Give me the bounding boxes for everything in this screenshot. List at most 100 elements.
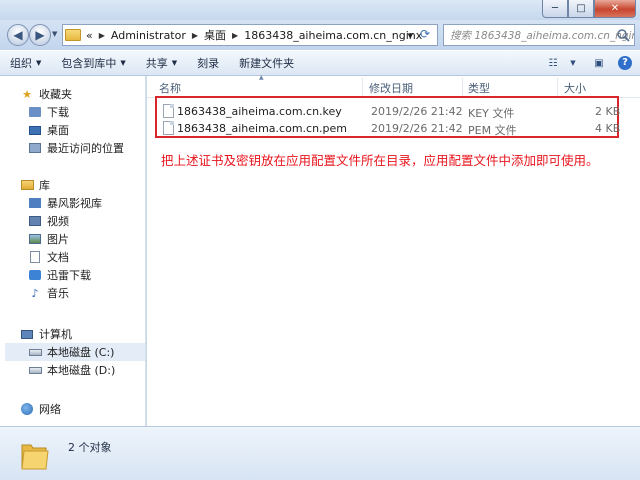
address-history-dropdown-icon[interactable]: ▼ [408,32,413,40]
breadcrumb-item-administrator[interactable]: Administrator [111,29,186,42]
file-name: 1863438_aiheima.com.cn.key [177,105,342,118]
include-in-library-button[interactable]: 包含到库中 ▼ [51,55,135,71]
nav-drive-d[interactable]: 本地磁盘 (D:) [28,361,115,379]
column-divider[interactable] [557,78,558,96]
nav-label: 音乐 [47,287,69,300]
nav-label: 视频 [47,215,69,228]
column-header-modified[interactable]: 修改日期 [369,80,413,96]
document-icon [28,250,42,264]
breadcrumb-item-folder[interactable]: 1863438_aiheima.com.cn_nginx [244,29,422,42]
file-name: 1863438_aiheima.com.cn.pem [177,122,348,135]
nav-label: 桌面 [47,124,69,137]
nav-label: 迅雷下载 [47,269,91,282]
chevron-right-icon[interactable]: ▶ [232,31,238,40]
address-row: ◀ ▶ ▼ « ▶ Administrator ▶ 桌面 ▶ 1863438_a… [0,20,640,50]
nav-label: 库 [39,179,50,192]
nav-pictures[interactable]: 图片 [28,230,69,248]
burn-button[interactable]: 刻录 [187,55,229,71]
library-icon [20,178,34,192]
breadcrumb: « ▶ Administrator ▶ 桌面 ▶ 1863438_aiheima… [86,27,422,43]
drive-icon [28,345,42,359]
star-icon: ★ [22,87,32,101]
chevron-down-icon: ▼ [120,59,126,67]
address-bar[interactable]: « ▶ Administrator ▶ 桌面 ▶ 1863438_aiheima… [62,24,438,46]
item-count: 2 个对象 [68,441,112,454]
view-options-icon[interactable]: ☷ [544,55,562,71]
share-button[interactable]: 共享 ▼ [136,55,187,71]
file-type: PEM 文件 [468,124,517,137]
nav-music[interactable]: ♪ 音乐 [28,284,69,302]
chevron-down-icon: ▼ [171,59,178,67]
maximize-button[interactable]: □ [568,0,594,18]
forward-button[interactable]: ▶ [29,24,51,46]
nav-videos[interactable]: 视频 [28,212,69,230]
table-row[interactable]: 1863438_aiheima.com.cn.key 2019/2/26 21:… [157,103,627,120]
nav-recent-places[interactable]: 最近访问的位置 [28,139,124,157]
file-modified: 2019/2/26 21:42 [371,105,463,118]
column-divider[interactable] [362,78,363,96]
file-size: 2 KB [595,105,621,118]
nav-label: 计算机 [39,328,72,341]
nav-documents[interactable]: 文档 [28,248,69,266]
nav-downloads[interactable]: 下载 [28,103,69,121]
file-size: 4 KB [595,122,621,135]
help-icon[interactable]: ? [616,55,634,71]
network-icon [20,402,34,416]
video-icon [28,214,42,228]
refresh-icon[interactable]: ⟳ [416,27,434,43]
navigation-pane: ★ 收藏夹 下载 桌面 最近访问的位置 库 暴风影视库 视频 图片 文档 迅雷下… [0,76,146,426]
nav-label: 收藏夹 [39,88,72,101]
nav-label: 网络 [39,403,61,416]
window-controls: ─ □ ✕ [542,0,636,18]
close-button[interactable]: ✕ [594,0,636,18]
column-header-size[interactable]: 大小 [564,80,586,96]
nav-drive-c[interactable]: 本地磁盘 (C:) [5,343,145,361]
breadcrumb-item-desktop[interactable]: 桌面 [204,27,226,43]
music-icon: ♪ [31,286,39,300]
nav-computer[interactable]: 计算机 [20,325,72,343]
download-folder-icon [28,105,42,119]
search-icon[interactable] [616,28,630,42]
nav-label: 暴风影视库 [47,197,102,210]
nav-label: 本地磁盘 (D:) [47,364,116,377]
file-type: KEY 文件 [468,107,515,120]
nav-thunder-downloads[interactable]: 迅雷下载 [28,266,91,284]
organize-label: 组织 [10,57,32,70]
nav-label: 图片 [47,233,69,246]
column-header-type[interactable]: 类型 [468,80,490,96]
new-folder-button[interactable]: 新建文件夹 [229,55,304,71]
minimize-button[interactable]: ─ [542,0,568,18]
drive-icon [28,363,42,377]
file-modified: 2019/2/26 21:42 [371,122,463,135]
file-list-pane: ▲ 名称 修改日期 类型 大小 1863438_aiheima.com.cn.k… [147,74,640,426]
title-bar: ─ □ ✕ [0,0,640,20]
nav-network[interactable]: 网络 [20,400,61,418]
chevron-right-icon[interactable]: ▶ [99,31,105,40]
breadcrumb-overflow[interactable]: « [86,29,93,42]
nav-libraries[interactable]: 库 [20,176,50,194]
chevron-down-icon[interactable]: ▼ [564,55,582,71]
nav-storm-library[interactable]: 暴风影视库 [28,194,102,212]
back-button[interactable]: ◀ [7,24,29,46]
include-in-library-label: 包含到库中 [61,57,117,70]
share-label: 共享 [145,57,168,70]
search-input[interactable]: 搜索 1863438_aiheima.com.cn_nginx [443,24,635,46]
nav-desktop[interactable]: 桌面 [28,121,69,139]
thunder-download-icon [28,268,42,282]
organize-button[interactable]: 组织 ▼ [0,55,51,71]
preview-pane-icon[interactable]: ▣ [590,55,608,71]
folder-icon [21,444,49,470]
nav-label: 下载 [47,106,69,119]
chevron-right-icon[interactable]: ▶ [192,31,198,40]
column-header-row: ▲ 名称 修改日期 类型 大小 [147,74,640,98]
recent-pages-dropdown-icon[interactable]: ▼ [52,30,57,38]
nav-favorites[interactable]: ★ 收藏夹 [20,85,72,103]
column-header-name[interactable]: 名称 [159,80,181,96]
search-placeholder: 搜索 1863438_aiheima.com.cn_nginx [450,29,635,42]
details-pane: 2 个对象 [0,426,640,480]
table-row[interactable]: 1863438_aiheima.com.cn.pem 2019/2/26 21:… [157,120,627,137]
nav-label: 最近访问的位置 [47,142,124,155]
recent-places-icon [28,141,42,155]
column-divider[interactable] [462,78,463,96]
file-icon [163,121,174,135]
